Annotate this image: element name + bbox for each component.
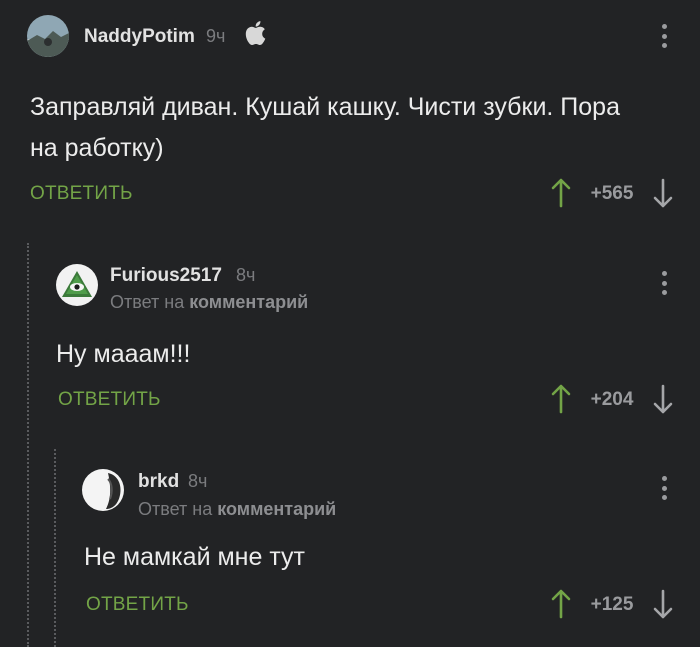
more-options-icon[interactable] (660, 24, 668, 48)
reply-button[interactable]: ОТВЕТИТЬ (58, 389, 161, 411)
comment-text: Ну мааам!!! (56, 340, 191, 368)
reply-link[interactable]: комментарий (189, 292, 308, 312)
more-options-icon[interactable] (660, 476, 668, 500)
reply-link[interactable]: комментарий (217, 499, 336, 519)
score: +125 (590, 594, 634, 615)
reply-button[interactable]: ОТВЕТИТЬ (86, 594, 189, 616)
timestamp: 9ч (206, 26, 226, 46)
upvote-icon[interactable] (550, 589, 572, 619)
timestamp: 8ч (188, 471, 208, 491)
thread-line-level-1 (27, 243, 29, 647)
reply-button[interactable]: ОТВЕТИТЬ (30, 183, 133, 205)
reply-prefix: Ответ на (138, 499, 213, 519)
downvote-icon[interactable] (652, 589, 674, 619)
username[interactable]: NaddyPotim (84, 26, 195, 48)
avatar[interactable] (56, 264, 98, 306)
downvote-icon[interactable] (652, 384, 674, 414)
reply-reference[interactable]: Ответ на комментарий (138, 499, 336, 520)
comment-text: Заправляй диван. Кушай кашку. Чисти зубк… (30, 93, 620, 162)
score: +565 (590, 183, 634, 204)
downvote-icon[interactable] (652, 178, 674, 208)
avatar[interactable] (82, 469, 124, 511)
apple-icon (244, 20, 266, 46)
reply-prefix: Ответ на (110, 292, 185, 312)
upvote-icon[interactable] (550, 178, 572, 208)
upvote-icon[interactable] (550, 384, 572, 414)
avatar[interactable] (27, 15, 69, 57)
timestamp: 8ч (236, 265, 256, 285)
thread-line-level-2 (54, 449, 56, 647)
score: +204 (590, 389, 634, 410)
reply-reference[interactable]: Ответ на комментарий (110, 292, 308, 313)
username[interactable]: Furious2517 (110, 265, 222, 287)
more-options-icon[interactable] (660, 271, 668, 295)
comment-text: Не мамкай мне тут (84, 543, 306, 571)
username[interactable]: brkd (138, 471, 179, 493)
